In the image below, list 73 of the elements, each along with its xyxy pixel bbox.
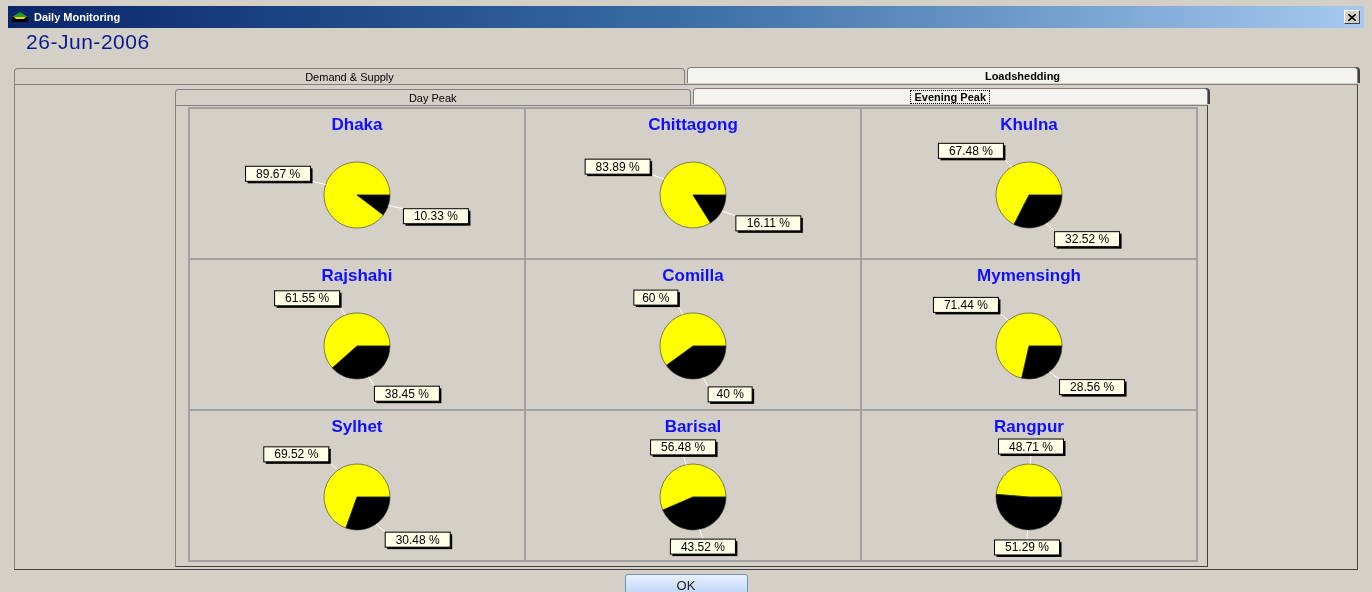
data-label: 32.52 % — [1064, 232, 1109, 247]
data-label: 48.71 % — [1008, 439, 1053, 454]
value-label: 67.48 % — [937, 142, 1005, 161]
leader-line — [387, 205, 404, 210]
data-label: 30.48 % — [395, 532, 440, 547]
value-label: 28.56 % — [1058, 379, 1127, 397]
leader-line — [649, 173, 665, 180]
data-label: 40 % — [715, 387, 744, 402]
value-label: 30.48 % — [384, 531, 452, 550]
region-title: Dhaka — [331, 115, 383, 135]
data-label: 71.44 % — [943, 297, 988, 312]
region-title: Mymensingh — [977, 266, 1081, 286]
leader-line — [720, 210, 736, 217]
ok-button[interactable]: OK — [624, 574, 748, 592]
region-title: Rangpur — [994, 417, 1064, 437]
region-title: Rajshahi — [321, 266, 393, 286]
leader-line — [1048, 371, 1060, 381]
data-label: 10.33 % — [413, 209, 458, 224]
value-label: 38.45 % — [373, 385, 441, 404]
value-label: 56.48 % — [649, 439, 718, 457]
window-title: Daily Monitoring — [34, 9, 121, 25]
value-label: 69.52 % — [262, 446, 331, 464]
value-label: 48.71 % — [997, 438, 1065, 457]
value-label: 61.55 % — [273, 290, 342, 308]
close-button[interactable] — [1344, 10, 1360, 24]
tab[interactable]: Loadshedding — [687, 67, 1358, 83]
region-title: Khulna — [1000, 115, 1058, 135]
tab[interactable]: Demand & Supply — [14, 68, 685, 84]
leader-line — [702, 376, 709, 388]
leader-line — [367, 376, 375, 387]
leader-line — [1045, 222, 1055, 233]
value-label: 89.67 % — [244, 165, 313, 184]
data-label: 28.56 % — [1069, 380, 1114, 395]
region-title: Comilla — [662, 266, 724, 286]
date-heading: 26-Jun-2006 — [26, 29, 150, 55]
value-label: 10.33 % — [402, 208, 470, 226]
data-label: 61.55 % — [284, 291, 329, 306]
close-icon — [1348, 13, 1356, 21]
data-label: 38.45 % — [384, 386, 429, 401]
data-label: 43.52 % — [680, 539, 725, 554]
leader-line — [338, 305, 346, 316]
leader-line — [375, 523, 386, 533]
leader-line — [676, 304, 683, 316]
region-title: Sylhet — [331, 417, 383, 437]
leader-line — [997, 311, 1009, 321]
pie-slice — [661, 496, 726, 531]
value-label: 71.44 % — [932, 296, 1000, 315]
value-label: 32.52 % — [1053, 231, 1122, 249]
pie-slice — [995, 494, 1062, 531]
tab[interactable]: Evening Peak — [692, 88, 1208, 104]
value-label: 51.29 % — [993, 539, 1061, 557]
value-label: 43.52 % — [669, 538, 737, 557]
region-title: Barisal — [664, 417, 722, 437]
leader-line — [682, 454, 687, 466]
data-label: 89.67 % — [255, 166, 300, 181]
data-label: 60 % — [641, 290, 670, 305]
region-title: Chittagong — [648, 115, 738, 135]
value-label: 60 % — [632, 289, 680, 308]
value-label: 16.11 % — [734, 215, 803, 233]
leader-line — [698, 528, 703, 540]
data-label: 51.29 % — [1004, 540, 1049, 555]
pie-slice — [659, 463, 726, 511]
app-icon — [12, 12, 28, 22]
data-label: 56.48 % — [660, 440, 705, 455]
tab[interactable]: Day Peak — [175, 89, 691, 105]
data-label: 83.89 % — [595, 159, 640, 174]
value-label: 40 % — [707, 386, 754, 404]
value-label: 83.89 % — [584, 158, 652, 177]
data-label: 67.48 % — [948, 143, 993, 158]
pie-slice — [995, 463, 1062, 498]
data-label: 69.52 % — [273, 447, 319, 462]
leader-line — [1026, 529, 1028, 541]
data-label: 16.11 % — [746, 216, 790, 231]
